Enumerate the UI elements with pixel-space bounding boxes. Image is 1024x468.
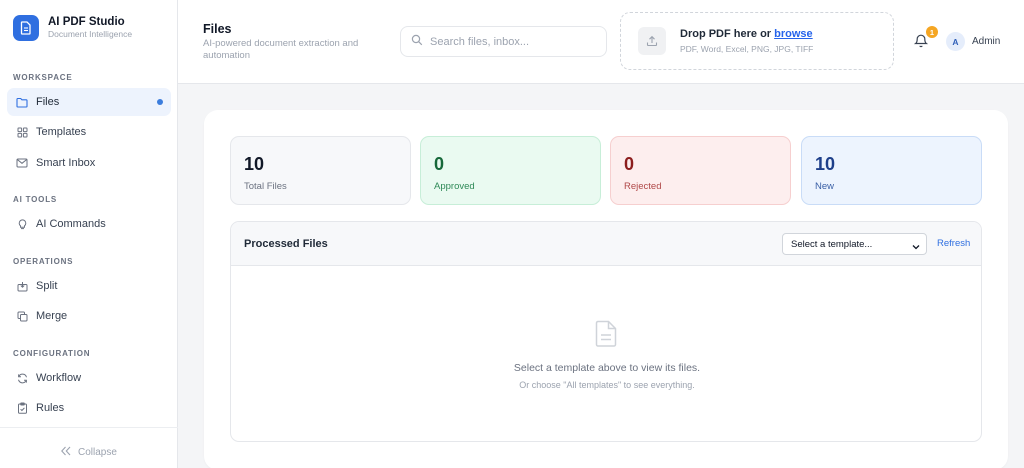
stat-label: New bbox=[815, 181, 835, 192]
sidebar: AI PDF Studio Document Intelligence WORK… bbox=[0, 0, 178, 468]
avatar: A bbox=[946, 32, 965, 51]
notification-badge: 1 bbox=[926, 26, 938, 38]
chevron-down-icon bbox=[911, 239, 921, 257]
brand[interactable]: AI PDF Studio Document Intelligence bbox=[13, 15, 132, 41]
split-icon bbox=[16, 280, 28, 292]
sidebar-item-files[interactable]: Files bbox=[7, 88, 171, 116]
lightbulb-icon bbox=[16, 218, 28, 230]
empty-state-message: Select a template above to view its file… bbox=[513, 362, 701, 374]
section-label-workspace: WORKSPACE bbox=[13, 73, 73, 82]
section-label-ai-tools: AI TOOLS bbox=[13, 195, 58, 204]
stat-card-new: 10 New bbox=[801, 136, 982, 205]
section-label-configuration: CONFIGURATION bbox=[13, 349, 91, 358]
page-title: Files bbox=[203, 22, 232, 36]
upload-icon bbox=[638, 27, 666, 55]
drop-title: Drop PDF here or browse bbox=[680, 28, 813, 40]
folder-icon bbox=[16, 96, 28, 108]
refresh-button[interactable]: Refresh bbox=[937, 238, 970, 249]
sidebar-item-workflow[interactable]: Workflow bbox=[7, 364, 171, 392]
drop-title-text: Drop PDF here or bbox=[680, 28, 775, 40]
copy-icon bbox=[16, 310, 28, 322]
mail-icon bbox=[16, 157, 28, 169]
clipboard-icon bbox=[16, 402, 28, 414]
active-indicator-dot bbox=[157, 99, 163, 105]
sidebar-item-label: Split bbox=[36, 280, 58, 292]
template-select[interactable]: Select a template... bbox=[782, 233, 927, 255]
sidebar-item-label: Merge bbox=[36, 310, 68, 322]
panel-header: Processed Files Select a template... Ref… bbox=[231, 222, 981, 266]
stat-value: 10 bbox=[815, 154, 836, 174]
sidebar-item-split[interactable]: Split bbox=[7, 272, 171, 300]
stat-label: Total Files bbox=[244, 181, 287, 192]
sidebar-item-templates[interactable]: Templates bbox=[7, 118, 171, 146]
top-header: Files AI-powered document extraction and… bbox=[178, 0, 1024, 84]
stat-value: 0 bbox=[434, 154, 445, 174]
sidebar-divider bbox=[0, 427, 178, 428]
chevrons-left-icon bbox=[60, 443, 72, 461]
sidebar-item-label: Files bbox=[36, 96, 60, 108]
user-name: Admin bbox=[972, 36, 1001, 47]
sidebar-item-smart-inbox[interactable]: Smart Inbox bbox=[7, 149, 171, 177]
sidebar-item-rules[interactable]: Rules bbox=[7, 394, 171, 422]
stat-label: Rejected bbox=[624, 181, 662, 192]
sidebar-item-label: Rules bbox=[36, 402, 65, 414]
search-input[interactable] bbox=[430, 35, 590, 48]
grid-icon bbox=[16, 126, 28, 138]
page-subtitle: AI-powered document extraction and autom… bbox=[203, 38, 359, 61]
drop-formats: PDF, Word, Excel, PNG, JPG, TIFF bbox=[680, 44, 814, 54]
template-select-value: Select a template... bbox=[791, 238, 873, 250]
bell-icon[interactable] bbox=[913, 33, 929, 53]
stat-card-rejected: 0 Rejected bbox=[610, 136, 791, 205]
sidebar-item-label: Workflow bbox=[36, 372, 82, 384]
refresh-icon bbox=[16, 372, 28, 384]
stat-value: 10 bbox=[244, 154, 265, 174]
brand-subtitle: Document Intelligence bbox=[48, 29, 133, 39]
stat-card-approved: 0 Approved bbox=[420, 136, 601, 205]
pdf-dropzone[interactable]: Drop PDF here or browse PDF, Word, Excel… bbox=[620, 12, 894, 70]
collapse-label: Collapse bbox=[78, 446, 117, 458]
sidebar-item-label: Smart Inbox bbox=[36, 157, 96, 169]
search-box[interactable] bbox=[400, 26, 607, 57]
document-logo-icon bbox=[13, 15, 39, 41]
user-menu[interactable]: A Admin bbox=[946, 32, 1000, 51]
sidebar-item-ai-commands[interactable]: AI Commands bbox=[7, 210, 171, 238]
empty-state-hint: Or choose "All templates" to see everyth… bbox=[519, 380, 695, 390]
brand-title: AI PDF Studio bbox=[48, 16, 125, 28]
sidebar-item-label: AI Commands bbox=[36, 218, 106, 230]
sidebar-item-label: Templates bbox=[36, 126, 87, 138]
search-icon bbox=[411, 33, 423, 51]
empty-document-icon bbox=[595, 320, 618, 352]
stat-card-total: 10 Total Files bbox=[230, 136, 411, 205]
stat-value: 0 bbox=[624, 154, 635, 174]
section-label-operations: OPERATIONS bbox=[13, 257, 74, 266]
panel-title: Processed Files bbox=[244, 238, 328, 250]
stat-label: Approved bbox=[434, 181, 475, 192]
collapse-button[interactable]: Collapse bbox=[60, 443, 117, 461]
sidebar-item-merge[interactable]: Merge bbox=[7, 302, 171, 330]
browse-link[interactable]: browse bbox=[774, 28, 813, 40]
processed-files-panel: Processed Files Select a template... Ref… bbox=[230, 221, 982, 442]
